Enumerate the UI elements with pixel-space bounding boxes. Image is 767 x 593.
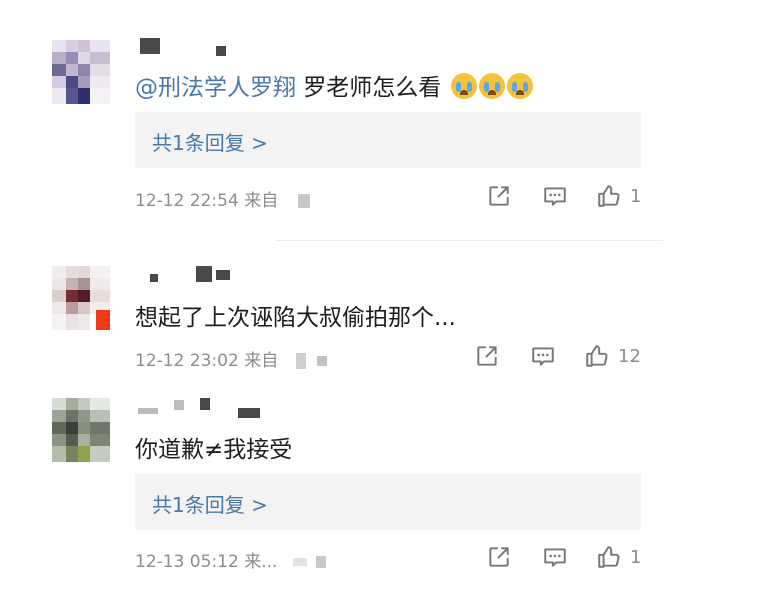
avatar[interactable] — [52, 398, 110, 462]
comment-text: 你道歉≠我接受 — [135, 437, 293, 463]
username-redacted[interactable] — [138, 398, 268, 418]
thumbs-up-icon[interactable] — [596, 544, 622, 570]
share-icon[interactable] — [486, 544, 512, 570]
comment-icon[interactable] — [542, 544, 568, 570]
like-count: 1 — [630, 547, 642, 568]
comment-actions: 1 — [0, 544, 767, 574]
comment-item: 你道歉≠我接受 共1条回复 > 12-13 05:12 来... 1 — [0, 0, 767, 593]
view-replies-button[interactable]: 共1条回复 > — [135, 474, 641, 530]
